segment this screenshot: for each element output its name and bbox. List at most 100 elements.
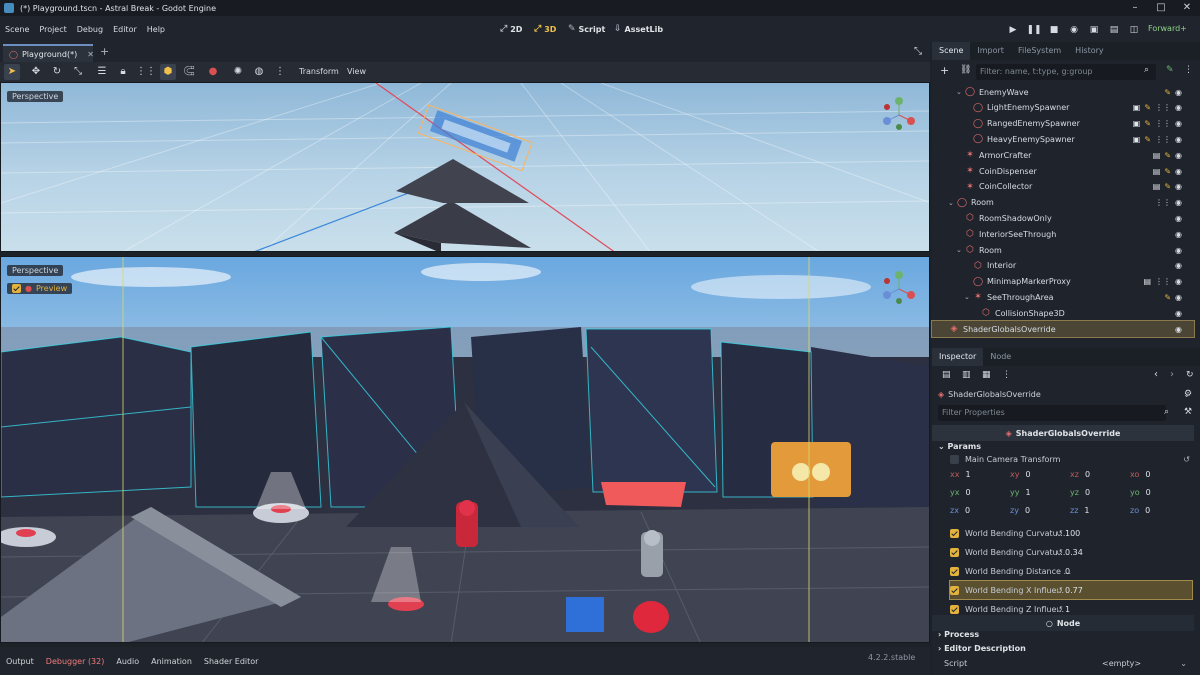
scene-tree-item[interactable]: ◈ ShaderGlobalsOverride ◉ — [931, 320, 1195, 338]
play-icon[interactable]: ▶ — [1005, 22, 1021, 38]
pause-icon[interactable]: ❚❚ — [1026, 22, 1042, 38]
chevron-down-icon[interactable]: ⌄ — [964, 293, 972, 301]
scene-tree-item[interactable]: ⌄ ✶ SeeThroughArea ✎ ◉ — [932, 289, 1194, 305]
matrix-cell[interactable]: zz 1 — [1070, 506, 1090, 515]
close-tab-icon[interactable]: ✕ — [87, 50, 94, 59]
scene-icon[interactable]: ▣ — [1133, 135, 1141, 144]
property-settings-icon[interactable]: ⚒ — [1184, 407, 1192, 417]
visibility-eye-icon[interactable]: ◉ — [1175, 214, 1182, 223]
param-checkbox[interactable] — [950, 528, 959, 538]
param-value[interactable]: 1 — [1065, 605, 1070, 614]
scene-tree-item[interactable]: ⬡ RoomShadowOnly ◉ — [932, 210, 1194, 226]
param-checkbox[interactable] — [950, 585, 959, 595]
reset-icon[interactable]: ↺ — [1056, 529, 1063, 538]
group-icon[interactable]: ⋮⋮ — [1155, 198, 1171, 207]
film-icon[interactable]: ▤ — [1153, 167, 1161, 176]
inspected-object[interactable]: ◈ ShaderGlobalsOverride ⌄ — [938, 386, 1190, 402]
chevron-down-icon[interactable]: ⌄ — [956, 246, 964, 254]
param-checkbox[interactable] — [950, 547, 959, 557]
matrix-cell[interactable]: xo 0 — [1130, 470, 1150, 479]
group-icon[interactable]: ⋮⋮ — [1155, 119, 1171, 128]
visibility-eye-icon[interactable]: ◉ — [1175, 119, 1182, 128]
menu-editor[interactable]: Editor — [108, 25, 142, 34]
list-select-icon[interactable]: ☰ — [94, 64, 110, 80]
matrix-cell[interactable]: yy 1 — [1010, 488, 1031, 497]
visibility-eye-icon[interactable]: ◉ — [1175, 277, 1182, 286]
visibility-eye-icon[interactable]: ◉ — [1175, 246, 1182, 255]
script-icon[interactable]: ✎ — [1144, 119, 1151, 128]
workspace-script-button[interactable]: ✎ Script — [568, 24, 605, 34]
param-checkbox[interactable] — [950, 604, 959, 614]
camera-transform-checkbox[interactable] — [950, 454, 959, 464]
perspective-menu-top[interactable]: Perspective — [7, 91, 64, 102]
tab-playground[interactable]: ◯ Playground(*) ✕ — [3, 44, 94, 62]
script-add-icon[interactable]: ✎ — [1166, 65, 1174, 75]
param-row[interactable]: World Bending Curvatu... ↺ 100 — [950, 524, 1192, 542]
film-icon[interactable]: ▤ — [1153, 182, 1161, 191]
menu-debug[interactable]: Debug — [72, 25, 108, 34]
visibility-eye-icon[interactable]: ◉ — [1175, 182, 1182, 191]
scene-menu-icon[interactable]: ⋮ — [1184, 65, 1193, 75]
visibility-eye-icon[interactable]: ◉ — [1175, 167, 1182, 176]
visibility-eye-icon[interactable]: ◉ — [1175, 309, 1182, 318]
matrix-cell[interactable]: zx 0 — [950, 506, 970, 515]
scene-tree-item[interactable]: ⌄ ⬡ Room ◉ — [932, 242, 1194, 258]
sun-preview-icon[interactable]: ● — [205, 64, 221, 80]
scene-tree-item[interactable]: ⬡ CollisionShape3D ◉ — [932, 305, 1194, 321]
group-icon[interactable]: ⋮⋮ — [136, 64, 156, 80]
group-icon[interactable]: ⋮⋮ — [1155, 135, 1171, 144]
param-row[interactable]: World Bending Curvatu... ↺ 0.34 — [950, 543, 1192, 561]
visibility-eye-icon[interactable]: ◉ — [1175, 261, 1182, 270]
param-row[interactable]: World Bending Distance ... 0 — [950, 562, 1192, 580]
matrix-cell[interactable]: yx 0 — [950, 488, 971, 497]
chevron-down-icon[interactable]: ⌄ — [956, 88, 964, 96]
movie-maker-icon[interactable]: ◫ — [1126, 22, 1142, 38]
scene-tree-item[interactable]: ⬡ Interior ◉ — [932, 258, 1194, 274]
move-tool-icon[interactable]: ✥ — [28, 64, 44, 80]
viewport-bottom[interactable]: Perspective ● Preview — [0, 256, 930, 643]
visibility-eye-icon[interactable]: ◉ — [1175, 88, 1182, 97]
add-tab-icon[interactable]: + — [100, 45, 109, 58]
scene-tree-item[interactable]: ◯ MinimapMarkerProxy ▤ ⋮⋮ ◉ — [932, 274, 1194, 290]
play-scene-icon[interactable]: ▣ — [1086, 22, 1102, 38]
script-value[interactable]: <empty> — [1102, 659, 1141, 668]
reset-icon[interactable]: ↺ — [1056, 586, 1063, 595]
matrix-cell[interactable]: xz 0 — [1070, 470, 1090, 479]
tab-animation[interactable]: Animation — [145, 657, 198, 666]
rotate-tool-icon[interactable]: ↻ — [49, 64, 65, 80]
matrix-cell[interactable]: zy 0 — [1010, 506, 1030, 515]
snap-icon[interactable]: 🧲︎ — [181, 64, 197, 80]
visibility-eye-icon[interactable]: ◉ — [1175, 151, 1182, 160]
matrix-cell[interactable]: xy 0 — [1010, 470, 1031, 479]
perspective-menu-bottom[interactable]: Perspective — [7, 265, 64, 276]
param-checkbox[interactable] — [950, 566, 959, 576]
lock-icon[interactable]: 🔒︎ — [115, 64, 131, 80]
script-icon[interactable]: ✎ — [1164, 293, 1171, 302]
script-icon[interactable]: ✎ — [1164, 167, 1171, 176]
tab-debugger[interactable]: Debugger (32) — [40, 657, 111, 666]
visibility-eye-icon[interactable]: ◉ — [1175, 198, 1182, 207]
play-custom-scene-icon[interactable]: ▤ — [1106, 22, 1122, 38]
property-filter-input[interactable]: Filter Properties — [938, 405, 1166, 421]
history-back-icon[interactable]: ‹ — [1154, 369, 1158, 380]
object-tools-icon[interactable]: ⚙ — [1184, 389, 1192, 399]
film-icon[interactable]: ▤ — [1153, 151, 1161, 160]
film-icon[interactable]: ▤ — [1143, 277, 1151, 286]
matrix-cell[interactable]: zo 0 — [1130, 506, 1150, 515]
script-icon[interactable]: ✎ — [1144, 103, 1151, 112]
save-resource-icon[interactable]: ▦ — [982, 370, 991, 380]
renderer-select[interactable]: Forward+ — [1148, 24, 1187, 33]
maximize-icon[interactable]: □ — [1148, 0, 1174, 16]
local-space-icon[interactable]: ⬢ — [160, 64, 176, 80]
scene-tree-item[interactable]: ◯ RangedEnemySpawner ▣ ✎ ⋮⋮ ◉ — [932, 116, 1194, 132]
open-resource-icon[interactable]: ▥ — [962, 370, 971, 380]
workspace-2d-button[interactable]: ⤢ 2D — [500, 24, 522, 34]
section-process[interactable]: › Process — [938, 630, 979, 639]
scene-tree-item[interactable]: ◯ LightEnemySpawner ▣ ✎ ⋮⋮ ◉ — [932, 100, 1194, 116]
reset-icon[interactable]: ↺ — [1056, 605, 1063, 614]
distraction-free-icon[interactable]: ⤡ — [914, 46, 922, 57]
tab-node[interactable]: Node — [983, 348, 1018, 366]
menu-project[interactable]: Project — [34, 25, 71, 34]
workspace-assetlib-button[interactable]: ⇩ AssetLib — [614, 24, 663, 34]
section-editor-description[interactable]: › Editor Description — [938, 644, 1026, 653]
